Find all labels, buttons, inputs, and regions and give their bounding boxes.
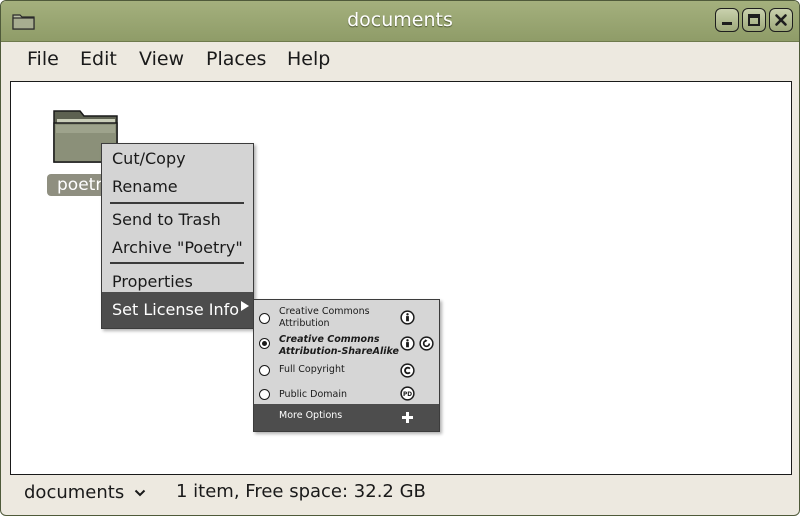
license-option-cc-by[interactable]: Creative Commons Attribution bbox=[254, 304, 439, 330]
cc-sharealike-icon bbox=[419, 336, 434, 351]
license-option-cc-by-sa[interactable]: Creative Commons Attribution-ShareAlike bbox=[254, 333, 439, 359]
menu-help[interactable]: Help bbox=[287, 48, 330, 70]
public-domain-icon: PD bbox=[400, 386, 415, 401]
menu-places[interactable]: Places bbox=[206, 48, 266, 70]
location-dropdown[interactable]: documents bbox=[24, 482, 124, 503]
cc-attribution-icon bbox=[400, 336, 415, 351]
plus-icon bbox=[402, 412, 413, 423]
maximize-button[interactable] bbox=[742, 8, 766, 32]
chevron-down-icon[interactable] bbox=[134, 489, 146, 497]
public-domain-text: PD bbox=[403, 392, 412, 398]
menu-edit[interactable]: Edit bbox=[80, 48, 117, 70]
license-option-public-domain[interactable]: Public Domain PD bbox=[254, 384, 439, 404]
radio-button[interactable] bbox=[259, 389, 270, 400]
radio-button-selected[interactable] bbox=[259, 338, 270, 349]
license-submenu: Creative Commons Attribution Creative Co… bbox=[253, 299, 440, 432]
window-title: documents bbox=[347, 9, 453, 31]
menu-item-properties[interactable]: Properties bbox=[112, 272, 193, 291]
minimize-button[interactable] bbox=[715, 8, 739, 32]
menu-view[interactable]: View bbox=[139, 48, 184, 70]
license-option-full-copyright[interactable]: Full Copyright bbox=[254, 360, 439, 382]
maximize-icon bbox=[748, 14, 760, 26]
license-label-line2: Attribution bbox=[279, 318, 330, 329]
more-options-item[interactable]: More Options bbox=[254, 404, 439, 431]
license-label: Full Copyright bbox=[279, 364, 345, 375]
menu-separator bbox=[110, 262, 244, 264]
menu-item-archive[interactable]: Archive "Poetry" bbox=[112, 238, 243, 257]
radio-button[interactable] bbox=[259, 365, 270, 376]
submenu-arrow-icon bbox=[241, 301, 249, 311]
copyright-icon bbox=[400, 363, 415, 378]
cc-attribution-icon bbox=[400, 310, 415, 325]
menubar: File Edit View Places Help bbox=[1, 42, 799, 78]
minimize-icon bbox=[722, 22, 732, 25]
status-info: 1 item, Free space: 32.2 GB bbox=[176, 481, 426, 502]
statusbar: documents 1 item, Free space: 32.2 GB bbox=[1, 475, 799, 515]
close-icon bbox=[775, 14, 787, 26]
menu-separator bbox=[110, 202, 244, 204]
radio-button[interactable] bbox=[259, 313, 270, 324]
license-label-line1: Creative Commons bbox=[279, 306, 370, 317]
titlebar[interactable]: documents bbox=[1, 1, 799, 42]
menu-item-set-license-info[interactable]: Set License Info bbox=[102, 292, 253, 328]
context-menu: Cut/Copy Rename Send to Trash Archive "P… bbox=[101, 143, 254, 329]
menu-item-rename[interactable]: Rename bbox=[112, 177, 178, 196]
menu-item-send-to-trash[interactable]: Send to Trash bbox=[112, 210, 221, 229]
menu-item-label: Set License Info bbox=[112, 300, 240, 319]
menu-item-cut-copy[interactable]: Cut/Copy bbox=[112, 149, 186, 168]
menu-file[interactable]: File bbox=[27, 48, 59, 70]
more-options-label: More Options bbox=[279, 410, 343, 421]
license-label-line2: Attribution-ShareAlike bbox=[279, 346, 399, 357]
license-label-line1: Creative Commons bbox=[279, 334, 380, 345]
license-label: Public Domain bbox=[279, 389, 347, 400]
close-button[interactable] bbox=[769, 8, 793, 32]
